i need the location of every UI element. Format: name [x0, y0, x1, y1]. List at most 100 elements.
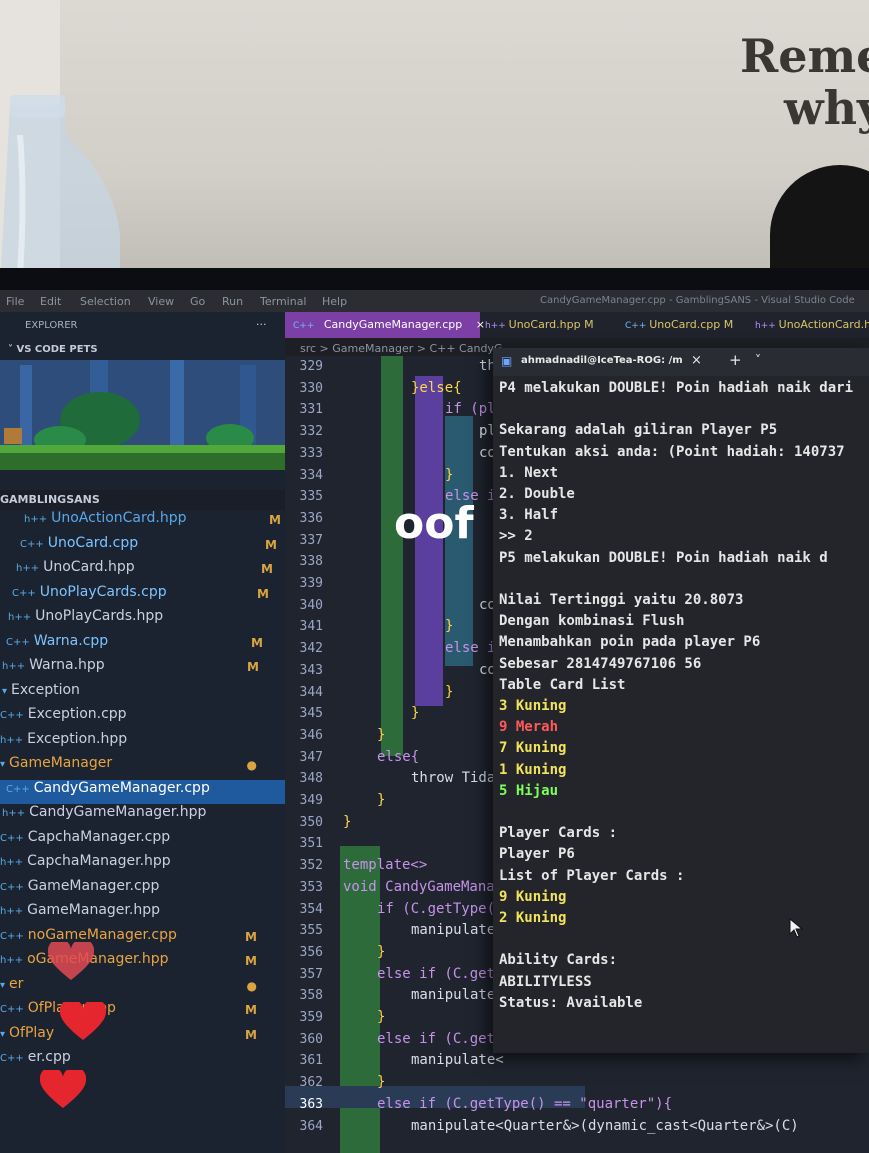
code-line: else if (C.get: [377, 965, 496, 982]
git-status-badge: M: [251, 635, 263, 650]
whiteboard-line: Reme: [740, 29, 869, 83]
pets-section-header[interactable]: ˅ VS CODE PETS: [8, 344, 98, 355]
whiteboard-line: why: [784, 81, 869, 135]
tab-label: UnoCard.hpp M: [508, 318, 594, 331]
folder-icon: ▾: [2, 685, 8, 697]
file-tree-item[interactable]: h++ CapchaManager.hpp: [0, 853, 285, 877]
code-line: }: [377, 792, 386, 808]
code-line: void CandyGameManag: [343, 878, 504, 895]
file-tree-item[interactable]: C++ Exception.cpp: [0, 706, 285, 730]
file-tree-item[interactable]: C++ noGameManager.cpp M: [0, 927, 285, 951]
menu-view[interactable]: View: [148, 295, 174, 308]
line-number: 360: [299, 1031, 323, 1047]
git-status-badge: ●: [246, 978, 257, 993]
line-number: 358: [299, 988, 323, 1004]
terminal-panel[interactable]: ▣ ahmadnadil@IceTea-ROG: /m × + ˅ P4 mel…: [493, 348, 869, 1053]
chevron-down-icon[interactable]: ˅: [755, 353, 761, 367]
line-number: 363: [299, 1096, 323, 1112]
file-tree-label: CandyGameManager.cpp: [33, 779, 210, 796]
mouse-cursor-icon: [789, 918, 804, 938]
file-tree-item[interactable]: C++ GameManager.cpp: [0, 878, 285, 902]
menu-file[interactable]: File: [6, 295, 24, 308]
line-number: 336: [299, 510, 323, 526]
tab-unoactioncard-h[interactable]: h++ UnoActionCard.h: [755, 312, 869, 338]
cpp-file-icon: C++: [293, 321, 315, 331]
code-line: manipulate: [411, 922, 496, 939]
terminal-line: 1. Next: [499, 464, 559, 481]
file-tree-item[interactable]: C++ CandyGameManager.cpp: [0, 779, 291, 804]
file-tree-item[interactable]: h++ GameManager.hpp: [0, 902, 285, 926]
terminal-line: Nilai Tertinggi yaitu 20.8073: [499, 592, 744, 608]
line-number: 343: [299, 662, 323, 678]
line-number: 339: [299, 576, 323, 591]
hpp-file-icon: h++: [0, 906, 24, 917]
close-icon[interactable]: ×: [691, 353, 702, 368]
terminal-tab-title[interactable]: ahmadnadil@IceTea-ROG: /m: [521, 355, 683, 366]
terminal-line: Player Cards :: [499, 825, 618, 842]
file-tree-item[interactable]: C++ UnoCard.cpp M: [0, 535, 305, 559]
code-line: manipulate<Quarter&>(dynamic_cast<Quarte…: [411, 1117, 799, 1134]
folder-icon: ▾: [0, 979, 6, 991]
heart-sticker: [40, 1070, 86, 1108]
menu-edit[interactable]: Edit: [40, 295, 61, 308]
file-tree-label: er.cpp: [27, 1049, 71, 1065]
file-tree-item[interactable]: ▾ Exception: [0, 682, 287, 706]
tab-label: UnoActionCard.h: [778, 318, 869, 331]
file-tree-item[interactable]: h++ UnoActionCard.hpp M: [0, 510, 309, 534]
tab-unocard-hpp[interactable]: h++ UnoCard.hpp M: [485, 312, 594, 338]
file-tree-label: CandyGameManager.hpp: [29, 804, 207, 820]
file-tree-item[interactable]: C++ Warna.cpp M: [0, 633, 291, 657]
file-tree-item[interactable]: C++ UnoPlayCards.cpp M: [0, 584, 297, 608]
file-tree-item[interactable]: h++ UnoCard.hpp M: [0, 559, 301, 583]
menu-help[interactable]: Help: [322, 295, 347, 308]
terminal-line: >> 2: [499, 528, 533, 545]
file-tree-label: UnoActionCard.hpp: [51, 510, 187, 526]
code-line: if (C.getType(: [377, 900, 496, 917]
folder-icon: ▾: [0, 1028, 6, 1040]
more-actions-button[interactable]: ···: [256, 318, 267, 331]
terminal-line: 3 Kuning: [499, 698, 567, 714]
heart-sticker: [48, 942, 94, 980]
tab-unocard-cpp[interactable]: C++ UnoCard.cpp M: [625, 312, 733, 338]
menu-terminal[interactable]: Terminal: [260, 295, 307, 308]
project-section-label: GAMBLINGSANS: [0, 493, 100, 506]
file-tree-item[interactable]: ▾ OfPlay M: [0, 1025, 285, 1049]
breadcrumb[interactable]: src > GameManager > C++ CandyG: [300, 342, 502, 355]
file-tree-item[interactable]: h++ UnoPlayCards.hpp: [0, 608, 293, 632]
file-tree-item[interactable]: h++ oGameManager.hpp M: [0, 951, 285, 975]
pets-section-label: VS CODE PETS: [16, 344, 98, 355]
terminal-line: Table Card List: [499, 676, 626, 693]
new-terminal-button[interactable]: +: [729, 351, 742, 369]
close-icon[interactable]: ×: [476, 318, 485, 331]
tab-candygamemanager-cpp[interactable]: C++ CandyGameManager.cpp ×: [285, 312, 485, 338]
file-tree-item[interactable]: ▾ GameManager ●: [0, 755, 285, 779]
file-tree-item[interactable]: ▾ er ●: [0, 976, 285, 1000]
git-status-badge: M: [247, 660, 259, 674]
whiteboard-text: Reme why: [740, 30, 869, 134]
line-number: 359: [299, 1010, 323, 1025]
folder-icon: ▾: [0, 759, 6, 770]
terminal-line: 2. Double: [499, 486, 575, 502]
code-line: else{: [377, 748, 420, 765]
file-tree-item[interactable]: h++ Warna.hpp M: [0, 657, 287, 681]
file-tree-item[interactable]: C++OfPlayer.cppM: [0, 1000, 285, 1024]
cpp-file-icon: C++: [625, 321, 650, 331]
file-tree-item[interactable]: h++ Exception.hpp: [0, 731, 285, 755]
menu-selection[interactable]: Selection: [80, 295, 131, 308]
file-tree-item[interactable]: C++ CapchaManager.cpp: [0, 829, 285, 853]
line-number: 357: [299, 966, 323, 982]
git-status-badge: M: [245, 929, 257, 944]
oof-caption: oof: [394, 498, 474, 549]
line-number-gutter: 329 330 331 332 333 334 335 336 337 338 339 340 341 3…: [285, 356, 335, 1153]
menu-run[interactable]: Run: [222, 295, 243, 308]
cpp-file-icon: C++: [0, 832, 24, 844]
code-line: else if (C.getType() == "quarter"){: [377, 1095, 673, 1112]
project-section-header[interactable]: GAMBLINGSANS: [0, 490, 285, 510]
file-tree-item[interactable]: h++ CandyGameManager.hpp: [0, 804, 287, 828]
line-number: 362: [299, 1075, 323, 1091]
line-number: 364: [299, 1118, 323, 1134]
line-number: 349: [299, 793, 323, 808]
menu-go[interactable]: Go: [190, 295, 205, 308]
line-number: 330: [299, 380, 323, 396]
code-line: }: [445, 618, 454, 635]
